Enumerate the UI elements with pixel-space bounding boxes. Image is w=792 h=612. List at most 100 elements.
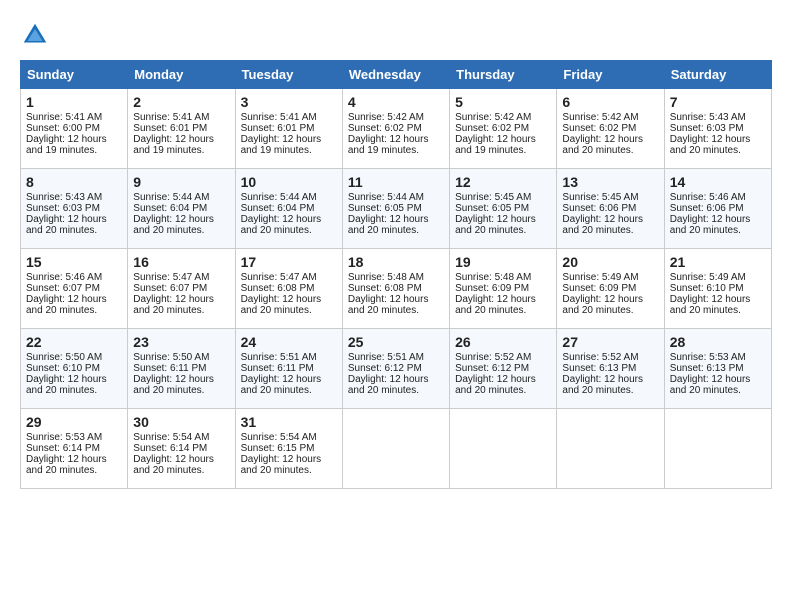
calendar-cell: 29Sunrise: 5:53 AMSunset: 6:14 PMDayligh… <box>21 409 128 489</box>
day-number: 20 <box>562 254 658 270</box>
day-number: 7 <box>670 94 766 110</box>
sunrise-text: Sunrise: 5:42 AM <box>455 112 531 123</box>
daylight-text: Daylight: 12 hours and 19 minutes. <box>26 134 107 156</box>
calendar-cell: 8 Sunrise: 5:43 AMSunset: 6:03 PMDaylight… <box>21 169 128 249</box>
day-number: 3 <box>241 94 337 110</box>
day-number: 31 <box>241 414 337 430</box>
sunset-text: Sunset: 6:06 PM <box>670 203 744 214</box>
daylight-text: Daylight: 12 hours and 20 minutes. <box>670 374 751 396</box>
day-number: 11 <box>348 174 444 190</box>
sunrise-text: Sunrise: 5:41 AM <box>133 112 209 123</box>
sunrise-text: Sunrise: 5:43 AM <box>26 192 102 203</box>
calendar-cell: 23Sunrise: 5:50 AMSunset: 6:11 PMDayligh… <box>128 329 235 409</box>
day-number: 30 <box>133 414 229 430</box>
daylight-text: Daylight: 12 hours and 20 minutes. <box>670 294 751 316</box>
calendar-cell: 19Sunrise: 5:48 AMSunset: 6:09 PMDayligh… <box>450 249 557 329</box>
daylight-text: Daylight: 12 hours and 20 minutes. <box>348 374 429 396</box>
calendar-cell: 14Sunrise: 5:46 AMSunset: 6:06 PMDayligh… <box>664 169 771 249</box>
sunset-text: Sunset: 6:03 PM <box>26 203 100 214</box>
sunset-text: Sunset: 6:08 PM <box>241 283 315 294</box>
daylight-text: Daylight: 12 hours and 19 minutes. <box>133 134 214 156</box>
calendar-cell: 2Sunrise: 5:41 AMSunset: 6:01 PMDaylight… <box>128 89 235 169</box>
sunset-text: Sunset: 6:07 PM <box>26 283 100 294</box>
sunrise-text: Sunrise: 5:41 AM <box>26 112 102 123</box>
column-header-thursday: Thursday <box>450 61 557 89</box>
day-number: 9 <box>133 174 229 190</box>
calendar-week-row: 8Sunrise: 5:43 AMSunset: 6:03 PMDaylight… <box>21 169 772 249</box>
sunrise-text: Sunrise: 5:42 AM <box>348 112 424 123</box>
sunset-text: Sunset: 6:02 PM <box>562 123 636 134</box>
sunrise-text: Sunrise: 5:52 AM <box>455 352 531 363</box>
daylight-text: Daylight: 12 hours and 20 minutes. <box>133 294 214 316</box>
calendar-cell: 30 Sunrise: 5:54 AMSunset: 6:14 PMDayligh… <box>128 409 235 489</box>
sunset-text: Sunset: 6:09 PM <box>562 283 636 294</box>
calendar-cell: 11Sunrise: 5:44 AMSunset: 6:05 PMDayligh… <box>342 169 449 249</box>
calendar-cell: 18Sunrise: 5:48 AMSunset: 6:08 PMDayligh… <box>342 249 449 329</box>
sunset-text: Sunset: 6:05 PM <box>455 203 529 214</box>
calendar-cell: 24Sunrise: 5:51 AMSunset: 6:11 PMDayligh… <box>235 329 342 409</box>
daylight-text: Daylight: 12 hours and 20 minutes. <box>455 374 536 396</box>
calendar-cell: 20Sunrise: 5:49 AMSunset: 6:09 PMDayligh… <box>557 249 664 329</box>
daylight-text: Daylight: 12 hours and 19 minutes. <box>455 134 536 156</box>
day-number: 10 <box>241 174 337 190</box>
sunrise-text: Sunrise: 5:48 AM <box>455 272 531 283</box>
column-header-wednesday: Wednesday <box>342 61 449 89</box>
sunrise-text: Sunrise: 5:54 AM <box>241 432 317 443</box>
calendar-cell: 22Sunrise: 5:50 AMSunset: 6:10 PMDayligh… <box>21 329 128 409</box>
calendar-cell: 9Sunrise: 5:44 AMSunset: 6:04 PMDaylight… <box>128 169 235 249</box>
column-header-monday: Monday <box>128 61 235 89</box>
sunrise-text: Sunrise: 5:47 AM <box>241 272 317 283</box>
sunrise-text: Sunrise: 5:41 AM <box>241 112 317 123</box>
sunset-text: Sunset: 6:07 PM <box>133 283 207 294</box>
sunset-text: Sunset: 6:08 PM <box>348 283 422 294</box>
day-number: 2 <box>133 94 229 110</box>
sunrise-text: Sunrise: 5:49 AM <box>670 272 746 283</box>
column-header-tuesday: Tuesday <box>235 61 342 89</box>
calendar-week-row: 29Sunrise: 5:53 AMSunset: 6:14 PMDayligh… <box>21 409 772 489</box>
daylight-text: Daylight: 12 hours and 20 minutes. <box>133 214 214 236</box>
sunset-text: Sunset: 6:02 PM <box>455 123 529 134</box>
daylight-text: Daylight: 12 hours and 20 minutes. <box>241 294 322 316</box>
sunrise-text: Sunrise: 5:45 AM <box>562 192 638 203</box>
calendar-cell: 15Sunrise: 5:46 AMSunset: 6:07 PMDayligh… <box>21 249 128 329</box>
daylight-text: Daylight: 12 hours and 20 minutes. <box>133 454 214 476</box>
day-number: 8 <box>26 174 122 190</box>
calendar-week-row: 1Sunrise: 5:41 AMSunset: 6:00 PMDaylight… <box>21 89 772 169</box>
daylight-text: Daylight: 12 hours and 20 minutes. <box>348 214 429 236</box>
sunrise-text: Sunrise: 5:42 AM <box>562 112 638 123</box>
sunset-text: Sunset: 6:10 PM <box>26 363 100 374</box>
calendar-header-row: SundayMondayTuesdayWednesdayThursdayFrid… <box>21 61 772 89</box>
daylight-text: Daylight: 12 hours and 20 minutes. <box>241 454 322 476</box>
sunrise-text: Sunrise: 5:51 AM <box>241 352 317 363</box>
sunset-text: Sunset: 6:15 PM <box>241 443 315 454</box>
daylight-text: Daylight: 12 hours and 20 minutes. <box>133 374 214 396</box>
sunset-text: Sunset: 6:14 PM <box>26 443 100 454</box>
day-number: 21 <box>670 254 766 270</box>
sunset-text: Sunset: 6:13 PM <box>562 363 636 374</box>
day-number: 29 <box>26 414 122 430</box>
day-number: 27 <box>562 334 658 350</box>
daylight-text: Daylight: 12 hours and 20 minutes. <box>26 214 107 236</box>
sunrise-text: Sunrise: 5:54 AM <box>133 432 209 443</box>
daylight-text: Daylight: 12 hours and 20 minutes. <box>26 374 107 396</box>
sunrise-text: Sunrise: 5:49 AM <box>562 272 638 283</box>
daylight-text: Daylight: 12 hours and 20 minutes. <box>562 214 643 236</box>
day-number: 4 <box>348 94 444 110</box>
calendar-cell: 5Sunrise: 5:42 AMSunset: 6:02 PMDaylight… <box>450 89 557 169</box>
calendar-cell: 17Sunrise: 5:47 AMSunset: 6:08 PMDayligh… <box>235 249 342 329</box>
calendar-cell: 16Sunrise: 5:47 AMSunset: 6:07 PMDayligh… <box>128 249 235 329</box>
day-number: 1 <box>26 94 122 110</box>
daylight-text: Daylight: 12 hours and 20 minutes. <box>670 214 751 236</box>
calendar-cell: 26Sunrise: 5:52 AMSunset: 6:12 PMDayligh… <box>450 329 557 409</box>
calendar-cell: 13Sunrise: 5:45 AMSunset: 6:06 PMDayligh… <box>557 169 664 249</box>
sunrise-text: Sunrise: 5:51 AM <box>348 352 424 363</box>
sunrise-text: Sunrise: 5:50 AM <box>133 352 209 363</box>
calendar-cell <box>664 409 771 489</box>
day-number: 22 <box>26 334 122 350</box>
calendar-week-row: 22Sunrise: 5:50 AMSunset: 6:10 PMDayligh… <box>21 329 772 409</box>
daylight-text: Daylight: 12 hours and 19 minutes. <box>241 134 322 156</box>
daylight-text: Daylight: 12 hours and 20 minutes. <box>241 214 322 236</box>
sunrise-text: Sunrise: 5:45 AM <box>455 192 531 203</box>
sunset-text: Sunset: 6:14 PM <box>133 443 207 454</box>
sunset-text: Sunset: 6:12 PM <box>455 363 529 374</box>
